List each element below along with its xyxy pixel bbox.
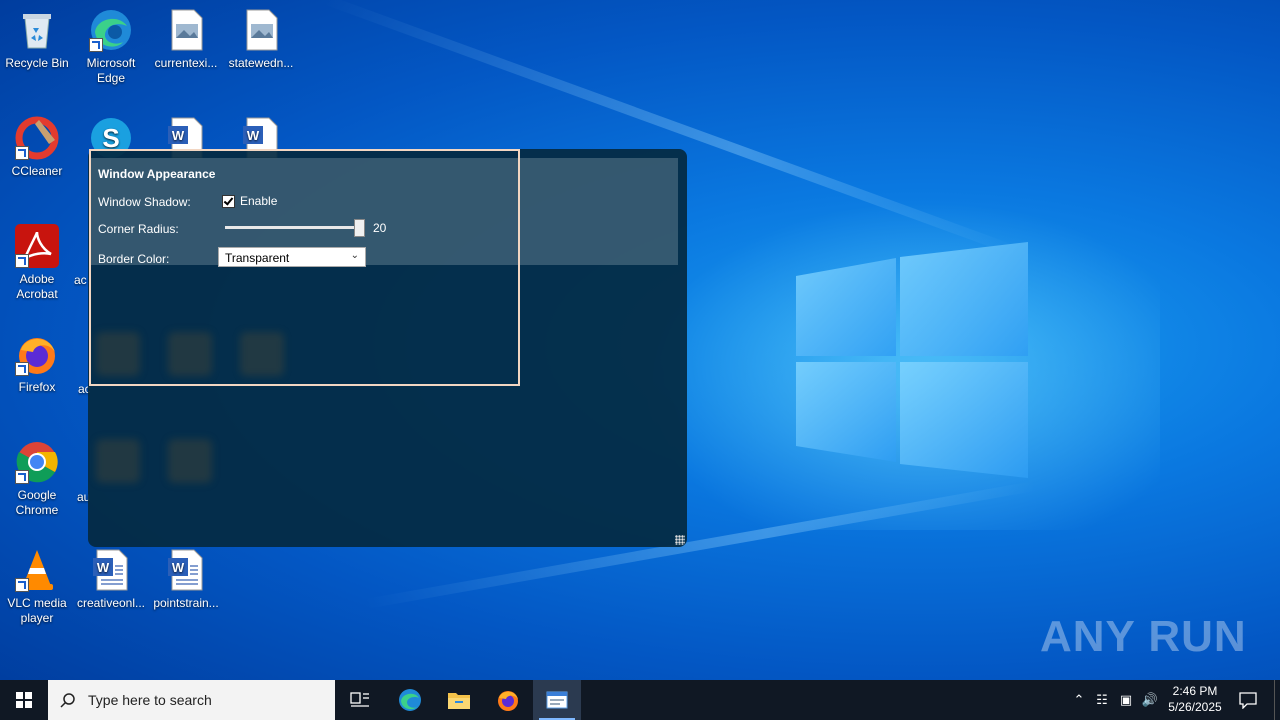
word-doc-icon: W xyxy=(164,548,208,592)
edge-icon xyxy=(399,689,421,711)
shortcut-arrow-icon xyxy=(89,38,103,52)
shortcut-arrow-icon xyxy=(15,362,29,376)
shortcut-arrow-icon xyxy=(15,470,29,484)
search-icon xyxy=(60,693,75,708)
border-color-select[interactable]: Transparent ⌄ xyxy=(218,247,366,267)
desktop-icon-label: statewedn... xyxy=(228,56,294,70)
border-color-selected: Transparent xyxy=(225,251,290,265)
desktop-icon-google-chrome[interactable]: Google Chrome xyxy=(0,440,74,518)
taskbar-edge-button[interactable] xyxy=(386,680,434,720)
ccleaner-icon xyxy=(15,116,59,160)
desktop-icon-statewedn[interactable]: statewedn... xyxy=(224,8,298,71)
network-icon[interactable]: ▣ xyxy=(1114,692,1138,708)
chevron-up-icon[interactable]: ⌃ xyxy=(1068,692,1090,708)
desktop-icon-pointstrain[interactable]: W pointstrain... xyxy=(149,548,223,611)
image-file-icon xyxy=(239,8,283,52)
window-appearance-panel: Window Appearance Window Shadow: Enable … xyxy=(90,158,678,267)
volume-icon[interactable]: 🔊 xyxy=(1138,692,1162,708)
system-tray: ⌃ ☷ ▣ 🔊 xyxy=(1068,680,1162,720)
desktop-icon-label: Recycle Bin xyxy=(5,56,69,70)
image-file-icon xyxy=(164,8,208,52)
blurred-desktop-icon xyxy=(168,332,212,376)
desktop-icon-creativeonl[interactable]: W creativeonl... xyxy=(74,548,148,611)
desktop-icon-label: ac xyxy=(74,273,87,287)
clock[interactable]: 2:46 PM 5/26/2025 xyxy=(1163,683,1227,715)
app-window[interactable]: Window Appearance Window Shadow: Enable … xyxy=(88,149,687,547)
action-center-button[interactable] xyxy=(1224,680,1272,720)
desktop-icon-label: Adobe Acrobat xyxy=(16,272,58,301)
desktop-icon-recycle-bin[interactable]: Recycle Bin xyxy=(0,8,74,71)
resize-grip-icon[interactable] xyxy=(675,535,685,545)
desktop-icon-label: CCleaner xyxy=(11,164,63,178)
shortcut-arrow-icon xyxy=(15,578,29,592)
task-view-button[interactable] xyxy=(336,680,384,720)
start-button[interactable] xyxy=(0,680,48,720)
show-desktop-strip[interactable] xyxy=(1274,680,1280,720)
desktop-icon-label: currentexi... xyxy=(154,56,218,70)
window-shadow-label: Window Shadow: xyxy=(98,195,191,209)
desktop-icon-firefox[interactable]: Firefox xyxy=(0,332,74,395)
corner-radius-value: 20 xyxy=(373,221,387,235)
taskbar-app-window-button[interactable] xyxy=(533,680,581,720)
taskbar: Type here to search ⌃ ☷ ▣ 🔊 2:46 PM 5/26… xyxy=(0,680,1280,720)
corner-radius-slider-track[interactable] xyxy=(225,226,363,229)
blurred-desktop-icon xyxy=(96,439,140,483)
windows-start-icon xyxy=(16,692,32,708)
svg-text:W: W xyxy=(172,560,185,575)
shortcut-arrow-icon xyxy=(15,254,29,268)
chevron-down-icon: ⌄ xyxy=(350,250,359,261)
desktop-icon-label: pointstrain... xyxy=(153,596,219,610)
windows-logo-wallpaper xyxy=(796,242,1028,478)
chrome-icon xyxy=(15,440,59,484)
desktop-icon-vlc[interactable]: VLC media player xyxy=(0,548,74,626)
panel-title: Window Appearance xyxy=(98,167,216,181)
edge-icon xyxy=(89,8,133,52)
corner-radius-label: Corner Radius: xyxy=(98,222,179,236)
adobe-acrobat-icon xyxy=(15,224,59,268)
taskbar-file-explorer-button[interactable] xyxy=(435,680,483,720)
svg-text:W: W xyxy=(247,128,260,143)
desktop-icon-label: Microsoft Edge xyxy=(86,56,136,85)
firefox-icon xyxy=(498,691,518,711)
shortcut-arrow-icon xyxy=(15,146,29,160)
corner-radius-slider-thumb[interactable] xyxy=(354,219,365,237)
search-placeholder: Type here to search xyxy=(88,692,212,708)
desktop-icon-partial[interactable]: ac xyxy=(74,273,88,288)
clock-date: 5/26/2025 xyxy=(1168,700,1222,714)
svg-text:W: W xyxy=(97,560,110,575)
app-window-icon xyxy=(546,691,568,709)
desktop-icon-ccleaner[interactable]: CCleaner xyxy=(0,116,74,179)
taskbar-search-box[interactable]: Type here to search xyxy=(48,680,335,720)
blurred-desktop-icon xyxy=(168,439,212,483)
task-view-icon xyxy=(350,692,369,707)
recycle-bin-icon xyxy=(15,8,59,52)
desktop-icon-currentexi[interactable]: currentexi... xyxy=(149,8,223,71)
enable-label[interactable]: Enable xyxy=(240,194,277,208)
blurred-desktop-icon xyxy=(96,332,140,376)
blurred-desktop-icon xyxy=(240,332,284,376)
desktop-icon-label: Google Chrome xyxy=(15,488,59,517)
tray-device-icon[interactable]: ☷ xyxy=(1090,692,1114,708)
vlc-icon xyxy=(15,548,59,592)
desktop-icon-microsoft-edge[interactable]: Microsoft Edge xyxy=(74,8,148,86)
desktop-icon-label: Firefox xyxy=(18,380,56,394)
firefox-icon xyxy=(15,332,59,376)
desktop-icon-adobe-acrobat[interactable]: Adobe Acrobat xyxy=(0,224,74,302)
border-color-label: Border Color: xyxy=(98,252,170,266)
clock-time: 2:46 PM xyxy=(1172,684,1218,698)
folder-icon xyxy=(448,693,470,709)
desktop-icon-label: creativeonl... xyxy=(76,596,146,610)
window-shadow-checkbox[interactable] xyxy=(222,195,235,208)
word-doc-icon: W xyxy=(89,548,133,592)
notification-icon xyxy=(1239,692,1257,709)
svg-text:W: W xyxy=(172,128,185,143)
taskbar-firefox-button[interactable] xyxy=(484,680,532,720)
desktop-icon-label: VLC media player xyxy=(7,596,67,625)
watermark-logo: ANY RUN xyxy=(1040,612,1247,661)
